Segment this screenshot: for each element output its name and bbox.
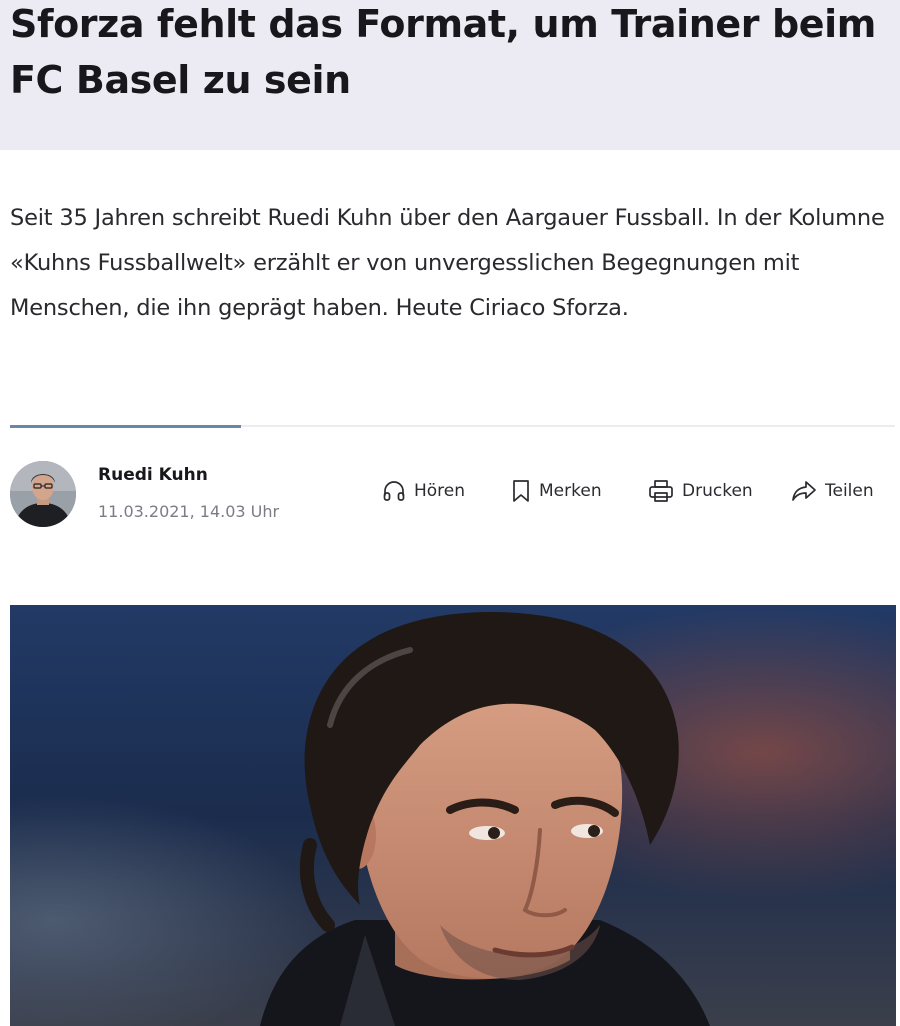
- share-button[interactable]: Teilen: [791, 478, 874, 504]
- headline-band: Sforza fehlt das Format, um Trainer beim…: [0, 0, 900, 150]
- author-avatar[interactable]: [10, 461, 76, 527]
- bookmark-icon: [511, 479, 531, 503]
- bookmark-button[interactable]: Merken: [511, 478, 602, 504]
- listen-button[interactable]: Hören: [382, 478, 465, 504]
- author-name[interactable]: Ruedi Kuhn: [98, 465, 208, 485]
- share-arrow-icon: [791, 480, 817, 502]
- article-lead: Seit 35 Jahren schreibt Ruedi Kuhn über …: [10, 205, 885, 321]
- publish-date: 11.03.2021, 14.03 Uhr: [98, 502, 280, 521]
- print-label: Drucken: [682, 481, 753, 501]
- share-label: Teilen: [825, 481, 874, 501]
- reading-progress-accent: [10, 425, 241, 428]
- article-title: Sforza fehlt das Format, um Trainer beim…: [10, 2, 876, 102]
- article-hero-image: [10, 605, 896, 1026]
- headphones-icon: [382, 480, 406, 502]
- bookmark-label: Merken: [539, 481, 602, 501]
- article-page: Sforza fehlt das Format, um Trainer beim…: [0, 0, 900, 1026]
- listen-label: Hören: [414, 481, 466, 501]
- print-button[interactable]: Drucken: [648, 478, 753, 504]
- printer-icon: [648, 479, 674, 503]
